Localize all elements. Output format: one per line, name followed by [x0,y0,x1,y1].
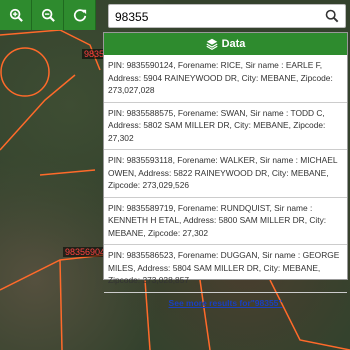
zoom-out-button[interactable] [32,0,64,30]
layers-icon [206,38,218,50]
result-item[interactable]: PIN: 9835586523, Forename: DUGGAN, Sir n… [104,245,347,293]
panel-title: Data [221,38,246,50]
search-icon[interactable] [325,9,339,23]
zoom-in-icon [9,8,23,22]
refresh-button[interactable] [64,0,96,30]
map-toolbar [0,0,96,30]
result-item[interactable]: PIN: 9835588575, Forename: SWAN, Sir nam… [104,103,347,150]
see-more-link[interactable]: See more results for"98355" [104,293,347,308]
data-panel: Data PIN: 9835590124, Forename: RICE, Si… [103,32,348,308]
result-item[interactable]: PIN: 9835590124, Forename: RICE, Sir nam… [104,55,347,103]
search-box [108,4,346,28]
panel-header: Data [104,33,347,55]
result-item[interactable]: PIN: 9835589719, Forename: RUNDQUIST, Si… [104,198,347,245]
result-item[interactable]: PIN: 9835593118, Forename: WALKER, Sir n… [104,150,347,198]
search-input[interactable] [113,7,317,27]
refresh-icon [73,9,86,22]
zoom-out-icon [41,8,55,22]
zoom-in-button[interactable] [0,0,32,30]
